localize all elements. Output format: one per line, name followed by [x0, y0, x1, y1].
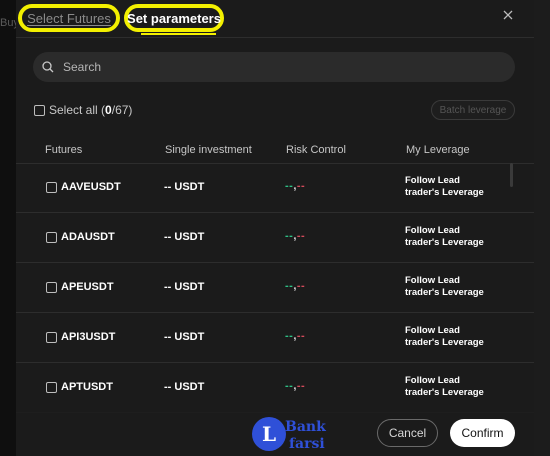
single-investment-value[interactable]: -- USDT: [164, 281, 204, 293]
leverage-line-1: Follow Lead: [405, 325, 460, 336]
leverage-line-2: trader's Leverage: [405, 187, 484, 198]
leverage-value[interactable]: Follow Lead trader's Leverage: [405, 275, 495, 299]
select-all-label: Select all (0/67): [49, 103, 133, 117]
single-investment-value[interactable]: -- USDT: [164, 331, 204, 343]
risk-stop-loss: --: [296, 280, 306, 292]
cancel-button[interactable]: Cancel: [377, 419, 438, 447]
tab-strip: Select Futures Set parameters: [16, 0, 534, 38]
svg-text:farsi: farsi: [289, 436, 325, 452]
risk-control-value[interactable]: --,--: [285, 230, 305, 242]
futures-cell[interactable]: ADAUSDT: [46, 231, 115, 243]
leverage-line-2: trader's Leverage: [405, 287, 484, 298]
futures-cell[interactable]: API3USDT: [46, 331, 115, 343]
table-header: Futures Single investment Risk Control M…: [16, 139, 534, 164]
leverage-line-2: trader's Leverage: [405, 337, 484, 348]
close-icon[interactable]: [500, 7, 516, 23]
leverage-value[interactable]: Follow Lead trader's Leverage: [405, 325, 495, 349]
row-checkbox[interactable]: [46, 381, 57, 393]
table-row: ADAUSDT -- USDT --,-- Follow Lead trader'…: [16, 213, 534, 263]
table-row: API3USDT -- USDT --,-- Follow Lead trader…: [16, 313, 534, 363]
column-risk-control: Risk Control: [286, 144, 346, 156]
risk-stop-loss: --: [296, 380, 306, 392]
futures-cell[interactable]: AAVEUSDT: [46, 181, 121, 193]
tab-set-parameters-label: Set parameters: [127, 10, 221, 26]
futures-symbol: API3USDT: [61, 331, 116, 343]
risk-stop-loss: --: [296, 330, 306, 342]
row-checkbox[interactable]: [46, 181, 57, 193]
row-checkbox[interactable]: [46, 231, 57, 243]
tab-select-futures[interactable]: Select Futures: [18, 4, 120, 32]
leverage-line-1: Follow Lead: [405, 275, 460, 286]
futures-list: AAVEUSDT -- USDT --,-- Follow Lead trader…: [16, 163, 534, 413]
single-investment-value[interactable]: -- USDT: [164, 231, 204, 243]
search-bar[interactable]: [33, 52, 515, 82]
futures-symbol: ADAUSDT: [61, 231, 115, 243]
bankfarsi-watermark-logo: L Bank farsi: [252, 417, 326, 452]
select-all[interactable]: Select all (0/67): [34, 103, 132, 117]
risk-control-value[interactable]: --,--: [285, 330, 305, 342]
selected-count: 0: [105, 103, 112, 117]
leverage-value[interactable]: Follow Lead trader's Leverage: [405, 375, 495, 399]
search-input[interactable]: [61, 59, 505, 75]
row-checkbox[interactable]: [46, 331, 57, 343]
active-tab-indicator: [141, 33, 216, 35]
background-page: Buy: [0, 0, 19, 456]
leverage-line-1: Follow Lead: [405, 375, 460, 386]
column-single-investment: Single investment: [165, 144, 252, 156]
row-checkbox[interactable]: [46, 281, 57, 293]
svg-text:Bank: Bank: [285, 419, 326, 435]
column-my-leverage: My Leverage: [406, 144, 470, 156]
copy-trading-modal: Select Futures Set parameters Select all…: [16, 0, 534, 456]
leverage-line-1: Follow Lead: [405, 175, 460, 186]
column-futures: Futures: [45, 144, 83, 156]
futures-symbol: APTUSDT: [61, 381, 113, 393]
risk-control-value[interactable]: --,--: [285, 380, 305, 392]
batch-leverage-button[interactable]: Batch leverage: [431, 100, 515, 120]
leverage-value[interactable]: Follow Lead trader's Leverage: [405, 225, 495, 249]
futures-cell[interactable]: APEUSDT: [46, 281, 114, 293]
search-icon: [41, 60, 55, 74]
total-count: /67: [111, 103, 129, 117]
futures-symbol: AAVEUSDT: [61, 181, 121, 193]
risk-stop-loss: --: [296, 180, 306, 192]
table-row: AAVEUSDT -- USDT --,-- Follow Lead trader…: [16, 163, 534, 213]
table-row: APEUSDT -- USDT --,-- Follow Lead trader'…: [16, 263, 534, 313]
confirm-button[interactable]: Confirm: [450, 419, 515, 447]
svg-text:L: L: [262, 422, 276, 446]
risk-control-value[interactable]: --,--: [285, 280, 305, 292]
futures-cell[interactable]: APTUSDT: [46, 381, 113, 393]
list-scrollbar[interactable]: [510, 163, 513, 187]
risk-stop-loss: --: [296, 230, 306, 242]
single-investment-value[interactable]: -- USDT: [164, 381, 204, 393]
risk-control-value[interactable]: --,--: [285, 180, 305, 192]
leverage-line-1: Follow Lead: [405, 225, 460, 236]
select-all-text: Select all: [49, 103, 98, 117]
futures-symbol: APEUSDT: [61, 281, 114, 293]
tab-select-futures-label: Select Futures: [27, 10, 111, 26]
select-all-checkbox[interactable]: [34, 104, 45, 116]
single-investment-value[interactable]: -- USDT: [164, 181, 204, 193]
leverage-line-2: trader's Leverage: [405, 387, 484, 398]
tab-set-parameters[interactable]: Set parameters: [124, 4, 224, 32]
leverage-line-2: trader's Leverage: [405, 237, 484, 248]
leverage-value[interactable]: Follow Lead trader's Leverage: [405, 175, 495, 199]
